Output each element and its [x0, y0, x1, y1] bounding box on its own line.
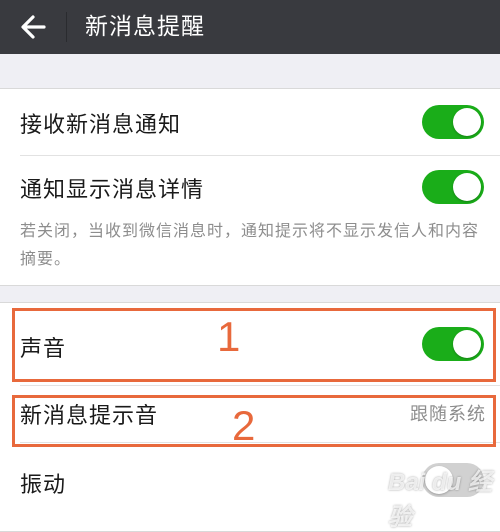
title-divider [66, 12, 67, 42]
page-title: 新消息提醒 [85, 14, 205, 40]
show-details-toggle[interactable] [422, 170, 484, 204]
toggle-knob [453, 173, 481, 201]
toggle-knob [425, 466, 453, 494]
annotation-box-1 [12, 308, 496, 382]
annotation-number-2: 2 [232, 402, 256, 449]
receive-notifications-label: 接收新消息通知 [20, 113, 182, 138]
notification-settings-group: 接收新消息通知 通知显示消息详情 若关闭，当收到微信消息时，通知提示将不显示发信… [0, 88, 500, 286]
receive-notifications-toggle[interactable] [422, 105, 484, 139]
details-hint-text: 若关闭，当收到微信消息时，通知提示将不显示发信人和内容摘要。 [20, 221, 480, 268]
vibrate-toggle[interactable] [422, 463, 484, 497]
vibrate-row[interactable]: 振动 [0, 443, 500, 509]
vibrate-label: 振动 [20, 473, 67, 498]
back-button[interactable] [10, 5, 58, 49]
show-details-label: 通知显示消息详情 [20, 178, 205, 203]
arrow-left-icon [21, 15, 46, 39]
annotation-number-1: 1 [217, 313, 241, 360]
show-details-row[interactable]: 通知显示消息详情 [0, 156, 500, 218]
section-gap [0, 54, 500, 88]
toggle-knob [453, 108, 481, 136]
top-app-bar: 新消息提醒 [0, 0, 500, 54]
receive-notifications-row[interactable]: 接收新消息通知 [0, 89, 500, 155]
